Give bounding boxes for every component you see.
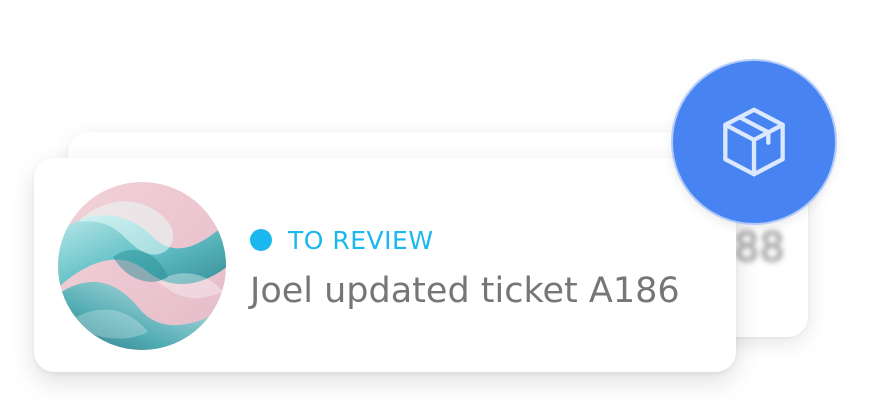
abstract-art-image xyxy=(58,182,226,350)
avatar xyxy=(58,182,226,350)
status-label: TO REVIEW xyxy=(288,225,434,255)
status-dot xyxy=(250,229,272,251)
notification-message: Joel updated ticket A186 xyxy=(250,271,680,311)
back-notification-text: 88 xyxy=(734,225,785,271)
package-badge[interactable] xyxy=(673,61,835,223)
notification-card[interactable]: TO REVIEW Joel updated ticket A186 xyxy=(34,158,736,372)
package-box-icon xyxy=(723,107,785,177)
status-indicator: TO REVIEW xyxy=(250,224,434,256)
